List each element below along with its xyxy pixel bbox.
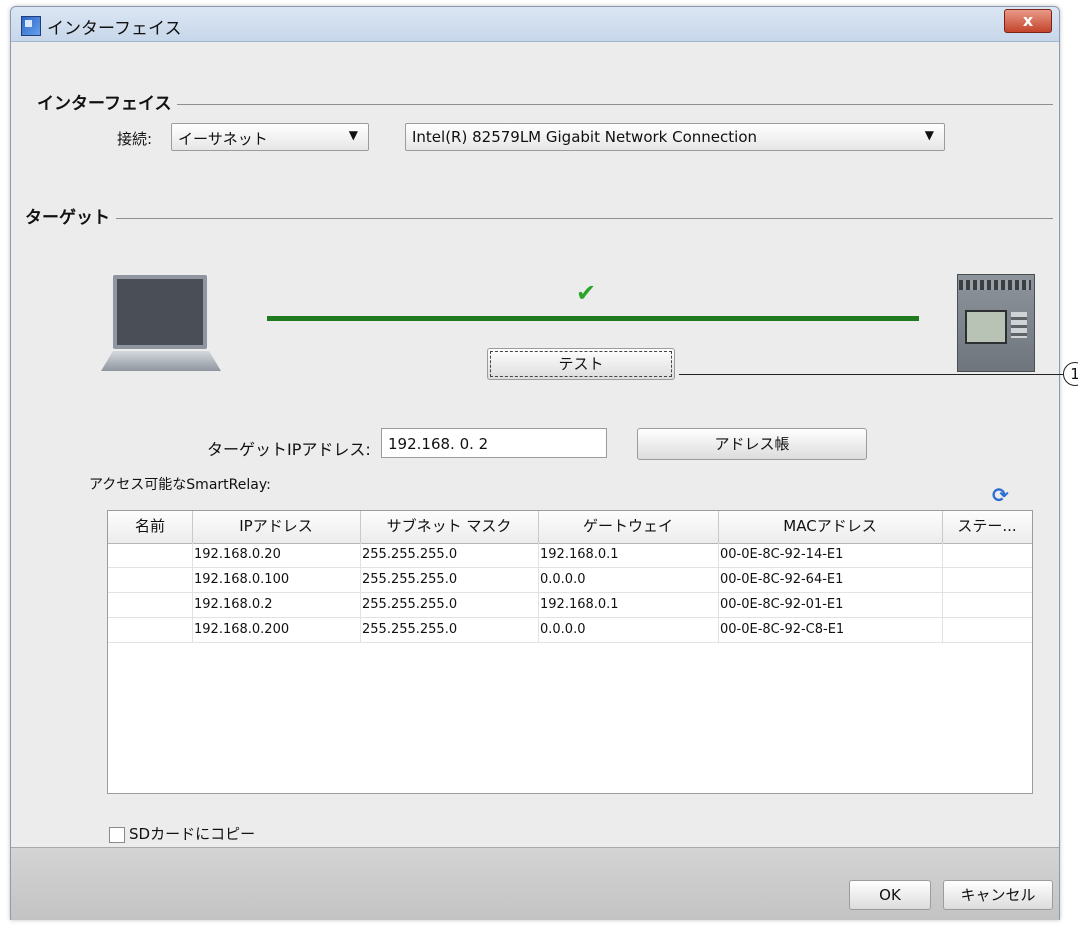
target-section-divider bbox=[41, 218, 1053, 219]
cell-mac: 00-0E-8C-92-01-E1 bbox=[718, 593, 943, 617]
accessible-smartrelay-label: アクセス可能なSmartRelay: bbox=[89, 477, 271, 493]
laptop-icon bbox=[101, 275, 231, 385]
chevron-down-icon: ▼ bbox=[924, 128, 934, 142]
cell-ip: 192.168.0.100 bbox=[192, 568, 361, 592]
table-row[interactable]: 192.168.0.2 255.255.255.0 192.168.0.1 00… bbox=[108, 593, 1032, 618]
table-row[interactable]: 192.168.0.20 255.255.255.0 192.168.0.1 0… bbox=[108, 543, 1032, 568]
column-header-status[interactable]: ステー... bbox=[942, 511, 1032, 543]
column-header-gateway[interactable]: ゲートウェイ bbox=[538, 511, 719, 543]
column-header-name[interactable]: 名前 bbox=[108, 511, 193, 543]
device-keys bbox=[1011, 312, 1027, 338]
cell-subnet: 255.255.255.0 bbox=[360, 593, 539, 617]
table-row[interactable]: 192.168.0.200 255.255.255.0 0.0.0.0 00-0… bbox=[108, 618, 1032, 643]
cell-status bbox=[942, 618, 1032, 642]
device-display bbox=[965, 310, 1007, 344]
sd-copy-label[interactable]: SDカードにコピー bbox=[129, 823, 255, 844]
connection-ok-icon: ✔ bbox=[576, 279, 597, 307]
cell-subnet: 255.255.255.0 bbox=[360, 543, 539, 567]
network-adapter-select[interactable]: Intel(R) 82579LM Gigabit Network Connect… bbox=[405, 123, 945, 151]
cell-mac: 00-0E-8C-92-14-E1 bbox=[718, 543, 943, 567]
ok-button[interactable]: OK bbox=[849, 880, 931, 910]
smartrelay-device-icon bbox=[957, 274, 1035, 372]
window-title: インターフェイス bbox=[47, 19, 182, 39]
laptop-screen bbox=[113, 275, 207, 349]
network-adapter-value: Intel(R) 82579LM Gigabit Network Connect… bbox=[412, 128, 757, 146]
cell-gateway: 192.168.0.1 bbox=[538, 543, 719, 567]
callout-line bbox=[679, 374, 1065, 375]
cell-subnet: 255.255.255.0 bbox=[360, 568, 539, 592]
cell-gateway: 192.168.0.1 bbox=[538, 593, 719, 617]
refresh-icon[interactable]: ⟳ bbox=[992, 483, 1009, 507]
column-header-ip[interactable]: IPアドレス bbox=[192, 511, 361, 543]
callout-marker: 1 bbox=[1063, 362, 1078, 386]
table-row[interactable]: 192.168.0.100 255.255.255.0 0.0.0.0 00-0… bbox=[108, 568, 1032, 593]
target-ip-label: ターゲットIPアドレス: bbox=[207, 440, 371, 459]
connection-status-line bbox=[267, 316, 919, 321]
address-book-button[interactable]: アドレス帳 bbox=[637, 428, 867, 460]
cell-gateway: 0.0.0.0 bbox=[538, 568, 719, 592]
cell-subnet: 255.255.255.0 bbox=[360, 618, 539, 642]
app-icon bbox=[21, 16, 41, 36]
cell-status bbox=[942, 593, 1032, 617]
device-terminals bbox=[959, 280, 1031, 290]
cell-mac: 00-0E-8C-92-64-E1 bbox=[718, 568, 943, 592]
cell-status bbox=[942, 568, 1032, 592]
interface-dialog: インターフェイス x インターフェイス 接続: イーサネット ▼ Intel(R… bbox=[10, 6, 1078, 920]
cell-status bbox=[942, 543, 1032, 567]
dialog-footer: OK キャンセル bbox=[11, 847, 1059, 920]
table-header: 名前 IPアドレス サブネット マスク ゲートウェイ MACアドレス ステー..… bbox=[108, 511, 1032, 544]
connection-type-value: イーサネット bbox=[178, 130, 268, 148]
target-section-title: ターゲット bbox=[25, 203, 116, 228]
connection-label: 接続: bbox=[117, 130, 153, 148]
cell-name bbox=[108, 593, 193, 617]
cell-mac: 00-0E-8C-92-C8-E1 bbox=[718, 618, 943, 642]
interface-section-divider bbox=[41, 104, 1053, 105]
cell-name bbox=[108, 618, 193, 642]
cell-ip: 192.168.0.200 bbox=[192, 618, 361, 642]
column-header-subnet[interactable]: サブネット マスク bbox=[360, 511, 539, 543]
chevron-down-icon: ▼ bbox=[348, 128, 358, 142]
interface-section-title: インターフェイス bbox=[37, 89, 178, 114]
device-table[interactable]: 名前 IPアドレス サブネット マスク ゲートウェイ MACアドレス ステー..… bbox=[107, 510, 1033, 794]
cell-gateway: 0.0.0.0 bbox=[538, 618, 719, 642]
sd-copy-checkbox[interactable] bbox=[109, 827, 125, 843]
laptop-base bbox=[101, 351, 221, 371]
target-ip-input[interactable]: 192.168. 0. 2 bbox=[381, 428, 607, 458]
column-header-mac[interactable]: MACアドレス bbox=[718, 511, 943, 543]
cell-name bbox=[108, 543, 193, 567]
cell-ip: 192.168.0.2 bbox=[192, 593, 361, 617]
close-button[interactable]: x bbox=[1004, 9, 1052, 33]
test-button[interactable]: テスト bbox=[487, 348, 675, 380]
title-bar[interactable]: インターフェイス x bbox=[11, 7, 1059, 42]
cell-ip: 192.168.0.20 bbox=[192, 543, 361, 567]
cell-name bbox=[108, 568, 193, 592]
connection-type-select[interactable]: イーサネット ▼ bbox=[171, 123, 369, 151]
cancel-button[interactable]: キャンセル bbox=[943, 880, 1053, 910]
